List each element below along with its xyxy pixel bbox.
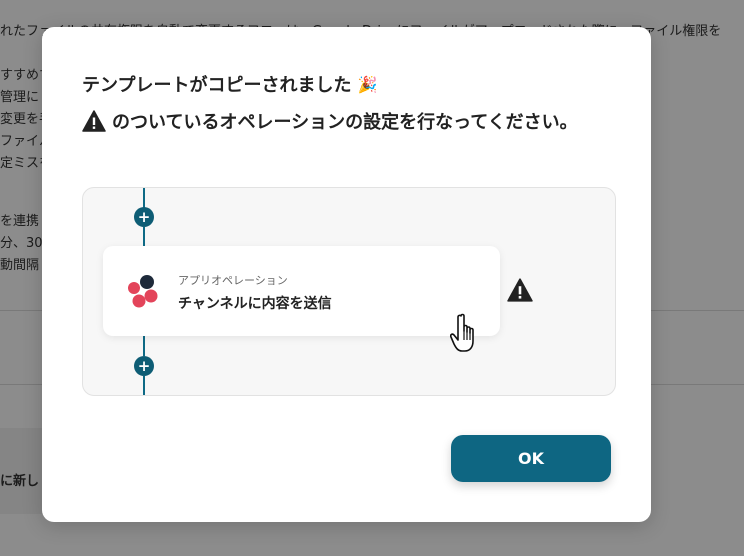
- hand-pointer-icon: [450, 313, 474, 352]
- flow-connector: [143, 376, 145, 395]
- operation-name: チャンネルに内容を送信: [178, 296, 332, 312]
- modal-instruction-text: のついているオペレーションの設定を行なってください。: [112, 112, 578, 133]
- app-logo-icon: [128, 275, 158, 308]
- flow-connector: [143, 336, 145, 356]
- operation-type: アプリオペレーション: [178, 274, 288, 287]
- flow-connector: [143, 188, 145, 208]
- ok-button[interactable]: OK: [451, 435, 611, 482]
- modal-title-text: テンプレートがコピーされました: [82, 75, 352, 96]
- operation-card[interactable]: アプリオペレーション チャンネルに内容を送信: [103, 246, 500, 336]
- warning-icon: [507, 278, 533, 302]
- flow-connector: [143, 227, 145, 247]
- party-popper-icon: 🎉: [357, 74, 378, 94]
- warning-icon: [82, 110, 106, 132]
- template-copied-modal: テンプレートがコピーされました 🎉 のついているオペレーションの設定を行なってく…: [42, 27, 651, 522]
- modal-instruction: のついているオペレーションの設定を行なってください。: [82, 108, 578, 134]
- plus-icon[interactable]: +: [134, 356, 154, 376]
- plus-icon[interactable]: +: [134, 207, 154, 227]
- flow-preview: + + アプリオペレーション チャンネルに内容を送信: [82, 187, 616, 396]
- modal-title: テンプレートがコピーされました 🎉: [82, 71, 377, 97]
